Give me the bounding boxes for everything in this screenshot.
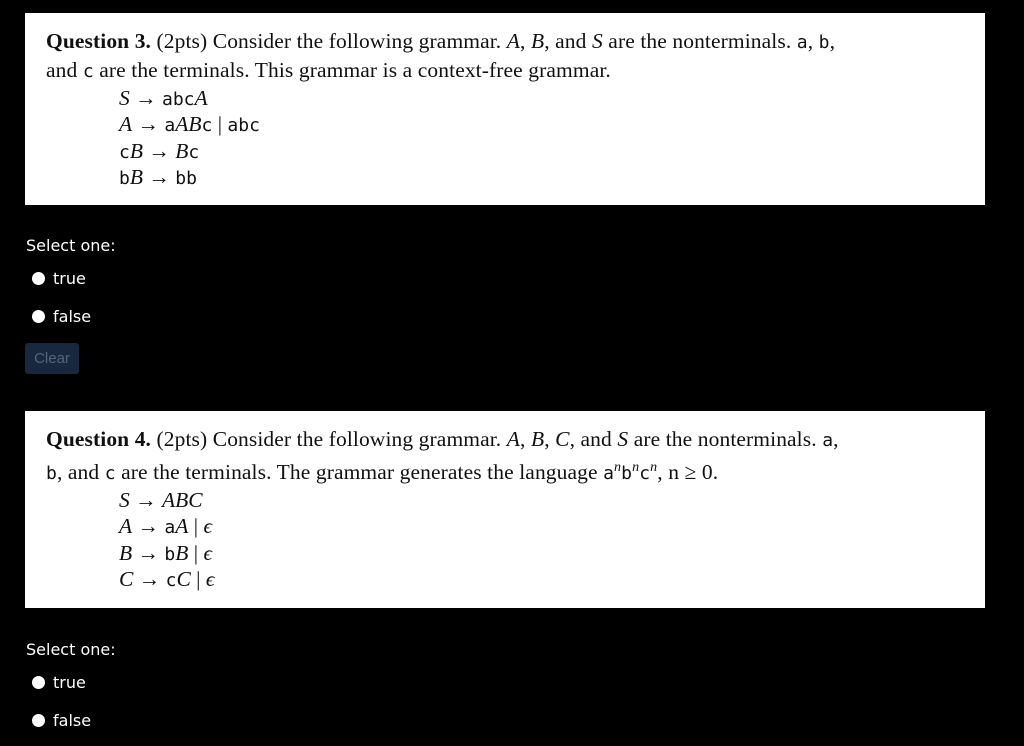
nonterminal-B: B [530,29,545,53]
option-true[interactable]: true [32,671,86,693]
option-true[interactable]: true [32,267,86,289]
question-3-card: Question 3. (2pts) Consider the followin… [25,13,985,205]
grammar-rules: S → ABC A → aA | ϵ B → bB | ϵ C → cC | ϵ [119,487,964,592]
text: , [833,427,839,451]
question-4-card: Question 4. (2pts) Consider the followin… [25,411,985,608]
nonterminal-B: B [530,427,545,451]
radio-icon[interactable] [32,675,45,689]
question-3-title: Question 3. [46,29,152,53]
terminal-c: c [82,60,94,82]
grammar-rule: S → abcA [119,86,208,110]
question-3-text: Question 3. (2pts) Consider the followin… [46,28,964,85]
lang-a: a [603,462,615,484]
text: , [544,427,556,451]
question-4-answer: Select one: true false [26,640,116,730]
question-4-points: (2pts) [156,427,208,451]
question-4-title: Question 4. [46,427,152,451]
text: Consider the following grammar. [207,29,507,53]
terminal-b: b [818,32,830,53]
radio-icon[interactable] [32,713,45,727]
text: , and [569,427,618,451]
nonterminal-A: A [506,29,520,53]
terminal-c: c [104,462,116,484]
terminal-a: a [822,430,834,451]
text: are the terminals. This grammar is a con… [93,57,611,82]
nonterminal-S: S [591,29,603,53]
text: Consider the following grammar. [207,427,507,451]
radio-icon[interactable] [32,271,45,285]
grammar-rule: A → aA | ϵ [119,514,213,539]
lang-b: b [621,462,633,484]
grammar-rule: C → cC | ϵ [119,566,215,591]
clear-button[interactable]: Clear [25,343,79,374]
text: , and [56,459,105,484]
option-false[interactable]: false [32,305,91,327]
grammar-rule: S → ABC [119,488,203,512]
select-one-label: Select one: [26,236,116,255]
text: are the terminals. The grammar generates… [115,459,604,484]
text: and [46,57,83,82]
text: , [520,29,531,53]
nonterminal-C: C [555,427,570,451]
text: , and [544,29,592,53]
option-false[interactable]: false [32,709,91,731]
option-label: true [53,268,86,288]
terminal-b: b [46,462,57,484]
nonterminal-S: S [617,427,629,451]
text: , [807,29,819,53]
text: are the nonterminals. [628,427,823,451]
grammar-rule: cB → Bc [119,138,200,163]
select-one-label: Select one: [26,640,116,659]
terminal-a: a [796,32,808,53]
grammar-rule: A → aABc | abc [119,112,260,137]
grammar-rules: S → abcA A → aABc | abc cB → Bc bB → bb [119,85,964,190]
question-3-points: (2pts) [156,29,208,53]
lang-c: c [639,462,651,484]
text: , [520,427,531,451]
radio-icon[interactable] [32,309,45,323]
question-4-text: Question 4. (2pts) Consider the followin… [46,426,964,487]
language-condition: , n ≥ 0. [657,459,719,484]
question-3-answer: Select one: true false Clear [25,236,116,374]
grammar-rule: B → bB | ϵ [119,540,213,565]
option-label: false [53,306,92,326]
text: are the nonterminals. [602,29,797,53]
language-expression: anbncn, n ≥ 0. [603,460,718,484]
option-label: true [53,672,86,692]
nonterminal-A: A [506,427,520,451]
option-label: false [53,710,92,730]
text: , [829,29,836,53]
grammar-rule: bB → bb [119,164,197,189]
